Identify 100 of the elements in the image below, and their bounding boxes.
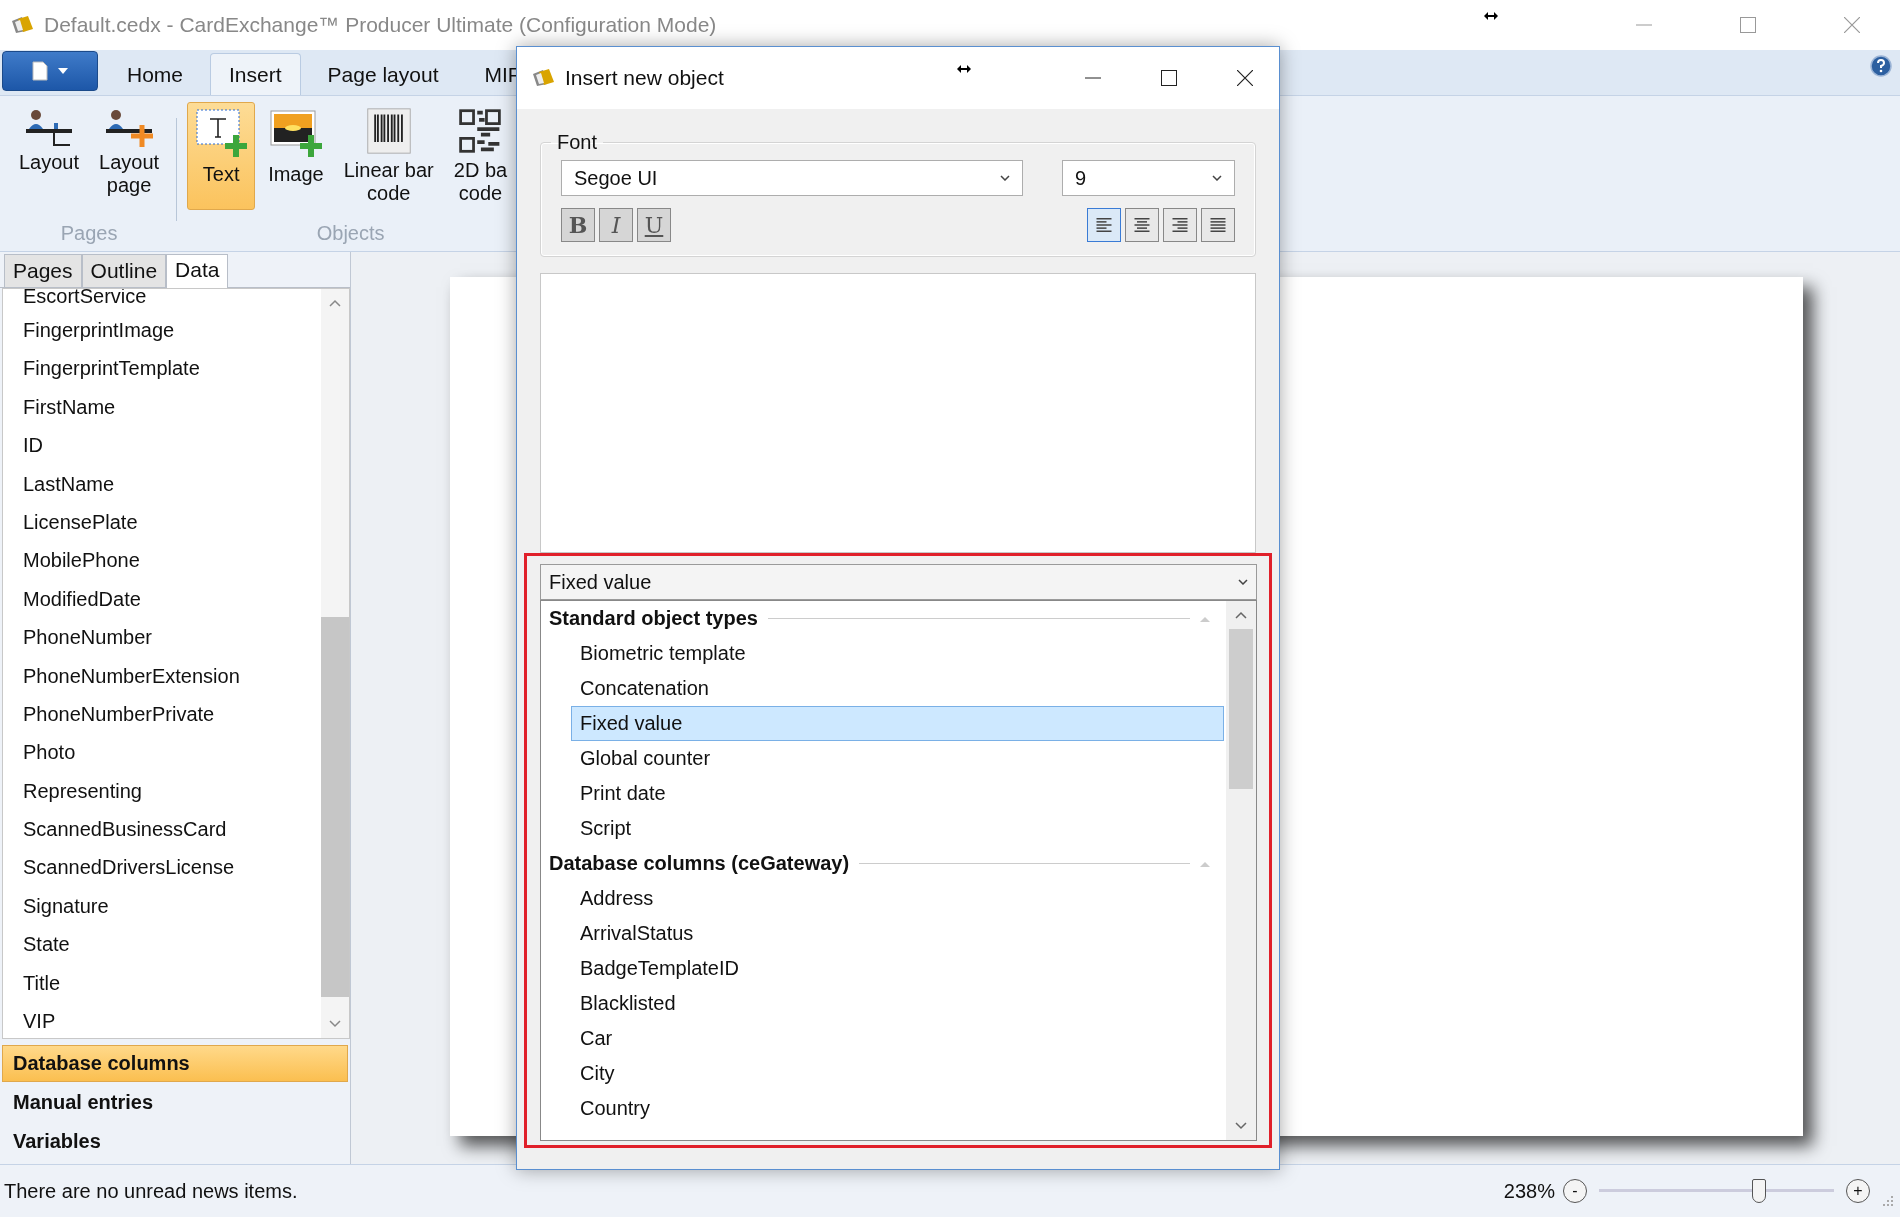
- ribbon-button[interactable]: Text: [187, 102, 256, 210]
- scroll-down-icon[interactable]: [329, 1020, 341, 1028]
- align-right-icon: [1170, 216, 1190, 234]
- panel-section[interactable]: Manual entries: [2, 1084, 348, 1121]
- app-logo-icon: [531, 68, 557, 88]
- resize-cursor-icon: [1484, 12, 1498, 20]
- text-style-button[interactable]: U: [637, 208, 671, 242]
- data-field-item[interactable]: LicensePlate: [23, 502, 321, 542]
- panel-tab[interactable]: Outline: [81, 254, 167, 287]
- align-button[interactable]: [1201, 208, 1235, 242]
- align-button[interactable]: [1125, 208, 1159, 242]
- data-field-item[interactable]: Photo: [23, 733, 321, 772]
- data-field-item[interactable]: MobilePhone: [23, 541, 321, 580]
- text-style-button[interactable]: I: [599, 208, 633, 242]
- scrollbar[interactable]: [321, 289, 349, 1038]
- data-field-item[interactable]: EscortService: [23, 289, 321, 311]
- list-option[interactable]: ArrivalStatus: [571, 916, 1224, 951]
- panel-section[interactable]: Database columns: [2, 1045, 348, 1082]
- align-center-icon: [1132, 216, 1152, 234]
- list-option[interactable]: Global counter: [571, 741, 1224, 776]
- list-option[interactable]: Concatenation: [571, 671, 1224, 706]
- list-group-header: Standard object types: [549, 607, 758, 630]
- panel-section[interactable]: Variables: [2, 1123, 348, 1160]
- data-field-item[interactable]: PhoneNumberExtension: [23, 656, 321, 695]
- resize-grip-icon: [1882, 1195, 1894, 1207]
- file-menu-button[interactable]: [2, 51, 98, 91]
- ribbon-tab[interactable]: MIF: [465, 53, 540, 95]
- ribbon-tab[interactable]: Home: [108, 53, 203, 95]
- scroll-up-icon[interactable]: [329, 299, 341, 307]
- list-group-header: Database columns (ceGateway): [549, 852, 850, 875]
- ribbon-tab[interactable]: Insert: [210, 53, 301, 95]
- ribbon-button[interactable]: 2D ba code: [446, 102, 515, 210]
- layout-add-icon: [104, 107, 155, 147]
- list-option[interactable]: City: [571, 1056, 1224, 1091]
- group-label: Font: [556, 131, 599, 154]
- chevron-down-icon: [1000, 175, 1010, 181]
- align-justify-icon: [1208, 216, 1228, 234]
- ribbon-button[interactable]: Layout: [12, 102, 87, 210]
- document-icon: [32, 61, 48, 81]
- help-icon[interactable]: [1870, 55, 1892, 77]
- data-field-item[interactable]: ScannedBusinessCard: [23, 810, 321, 849]
- align-button[interactable]: [1163, 208, 1197, 242]
- data-field-item[interactable]: LastName: [23, 464, 321, 503]
- ribbon-group-label: Objects: [315, 222, 386, 246]
- data-field-item[interactable]: PhoneNumber: [23, 618, 321, 657]
- scroll-thumb[interactable]: [321, 617, 349, 997]
- data-field-item[interactable]: FingerprintTemplate: [23, 349, 321, 388]
- close-icon[interactable]: [1237, 70, 1253, 86]
- data-field-item[interactable]: FirstName: [23, 387, 321, 427]
- data-field-item[interactable]: Signature: [23, 886, 321, 926]
- data-field-item[interactable]: ScannedDriversLicense: [23, 848, 321, 887]
- data-field-item[interactable]: ID: [23, 426, 321, 465]
- zoom-level: 238%: [1503, 1179, 1555, 1203]
- text-style-button[interactable]: B: [561, 208, 595, 242]
- data-field-item[interactable]: State: [23, 925, 321, 964]
- list-option[interactable]: Car: [571, 1021, 1224, 1056]
- align-button[interactable]: [1087, 208, 1121, 242]
- chevron-down-icon: [1238, 579, 1248, 585]
- image-add-icon: [268, 107, 323, 159]
- data-field-item[interactable]: VIP: [23, 1002, 321, 1038]
- ribbon-button[interactable]: Linear bar code: [336, 102, 441, 210]
- data-field-item[interactable]: FingerprintImage: [23, 311, 321, 350]
- app-logo-icon: [10, 15, 36, 35]
- text-input-field[interactable]: [540, 273, 1256, 553]
- scroll-thumb[interactable]: [1229, 629, 1253, 789]
- dropdown-arrow-icon: [58, 68, 68, 74]
- layout-icon: [24, 107, 75, 147]
- data-field-item[interactable]: Representing: [23, 771, 321, 811]
- scrollbar[interactable]: [1226, 601, 1256, 1140]
- list-option[interactable]: Biometric template: [571, 636, 1224, 671]
- list-option[interactable]: Fixed value: [571, 706, 1224, 741]
- list-option[interactable]: BadgeTemplateID: [571, 951, 1224, 986]
- list-option[interactable]: Print date: [571, 776, 1224, 811]
- status-message: There are no unread news items.: [4, 1179, 298, 1203]
- scroll-down-icon[interactable]: [1235, 1122, 1247, 1130]
- list-option[interactable]: Blacklisted: [571, 986, 1224, 1021]
- chevron-down-icon: [1212, 175, 1222, 181]
- maximize-icon[interactable]: [1161, 70, 1177, 86]
- font-size-dropdown[interactable]: 9: [1062, 160, 1235, 196]
- panel-tab[interactable]: Pages: [4, 254, 82, 287]
- ribbon-button[interactable]: Image: [261, 102, 331, 210]
- panel-tab[interactable]: Data: [166, 254, 229, 288]
- list-option[interactable]: Script: [571, 811, 1224, 846]
- data-field-item[interactable]: ModifiedDate: [23, 579, 321, 619]
- resize-cursor-icon: [957, 65, 971, 73]
- scroll-up-icon[interactable]: [1235, 611, 1247, 619]
- zoom-out-button[interactable]: -: [1563, 1179, 1587, 1203]
- ribbon-tab[interactable]: Page layout: [308, 53, 458, 95]
- data-field-item[interactable]: PhoneNumberPrivate: [23, 694, 321, 734]
- ribbon-button[interactable]: Layout page: [92, 102, 167, 210]
- text-box-icon: [194, 107, 249, 159]
- zoom-in-button[interactable]: +: [1846, 1179, 1870, 1203]
- object-type-dropdown[interactable]: Fixed value: [540, 564, 1257, 600]
- font-dropdown[interactable]: Segoe UI: [561, 160, 1023, 196]
- list-option[interactable]: Country: [571, 1091, 1224, 1126]
- data-field-item[interactable]: Title: [23, 963, 321, 1003]
- list-option[interactable]: Address: [571, 881, 1224, 916]
- dialog-title: Insert new object: [565, 66, 724, 90]
- window-title: Default.cedx - CardExchange™ Producer Ultimate (Configuration Mode): [44, 13, 717, 37]
- align-left-icon: [1094, 216, 1114, 234]
